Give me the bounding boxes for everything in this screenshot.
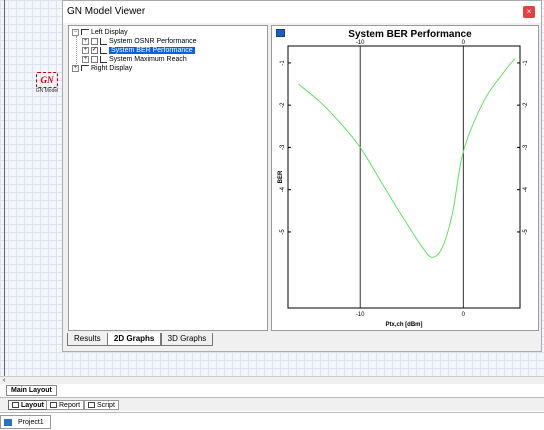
x-tick-label-bottom: -10 xyxy=(356,312,365,318)
graph-icon xyxy=(100,46,107,54)
layout-tabs: Main Layout xyxy=(6,385,57,397)
window-title: GN Model Viewer xyxy=(67,6,146,17)
display-icon xyxy=(81,65,89,72)
layout-view-button[interactable]: Layout xyxy=(8,400,48,410)
canvas-left-border xyxy=(4,0,5,376)
horizontal-scrollbar[interactable]: ‹ xyxy=(0,376,544,384)
display-tree: − Left Display + System OSNR Performance +… xyxy=(68,25,268,331)
left-display-label: Left Display xyxy=(91,29,128,36)
script-view-button[interactable]: Script xyxy=(84,400,119,410)
project-tab-label: Project1 xyxy=(18,419,44,426)
tree-item-label: System BER Performance xyxy=(109,47,195,54)
checkbox-max-reach[interactable] xyxy=(91,55,98,63)
close-button[interactable]: × xyxy=(523,6,535,18)
view-bar: Layout Report Script xyxy=(0,397,544,411)
expand-icon[interactable]: + xyxy=(82,37,89,45)
export-graph-icon[interactable] xyxy=(276,29,285,37)
scroll-left-icon[interactable]: ‹ xyxy=(3,377,5,384)
tab-main-layout[interactable]: Main Layout xyxy=(6,385,57,396)
tab-3d-graphs[interactable]: 3D Graphs xyxy=(160,333,214,346)
y-tick-label-right: -1 xyxy=(523,60,529,66)
layout-view-label: Layout xyxy=(21,402,44,409)
tab-2d-graphs[interactable]: 2D Graphs xyxy=(106,333,162,346)
y-tick-label-left: -4 xyxy=(280,186,286,192)
y-tick-label-right: -4 xyxy=(523,186,529,192)
tree-node-right-display[interactable]: + Right Display xyxy=(72,64,132,73)
tree-item-label: System OSNR Performance xyxy=(109,38,197,45)
y-tick-label-right: -5 xyxy=(523,229,529,235)
x-axis-label: Ptx,ch [dBm] xyxy=(385,322,422,328)
display-icon xyxy=(81,29,89,36)
y-tick-label-left: -2 xyxy=(280,102,286,108)
tree-node-left-display[interactable]: − Left Display xyxy=(72,28,128,37)
y-tick-label-left: -5 xyxy=(280,229,286,235)
tree-item-osnr[interactable]: + System OSNR Performance xyxy=(82,37,197,46)
report-view-button[interactable]: Report xyxy=(46,400,85,410)
gn-model-component[interactable]: GN GN Model xyxy=(30,72,64,102)
plot-frame xyxy=(287,45,521,309)
checkbox-osnr[interactable] xyxy=(91,37,98,45)
gn-model-icon: GN xyxy=(36,72,58,88)
script-view-label: Script xyxy=(97,402,115,409)
checkbox-ber[interactable]: ✓ xyxy=(91,46,98,54)
graph-icon xyxy=(100,55,107,63)
y-tick-label-right: -2 xyxy=(523,102,529,108)
tab-results[interactable]: Results xyxy=(67,333,108,346)
window-titlebar[interactable]: GN Model Viewer xyxy=(63,1,541,23)
collapse-icon[interactable]: − xyxy=(72,28,79,36)
gn-model-caption: GN Model xyxy=(35,88,59,94)
script-icon xyxy=(88,402,95,409)
chart-title: System BER Performance xyxy=(348,29,472,40)
report-view-label: Report xyxy=(59,402,81,409)
x-tick-label-top: 0 xyxy=(462,40,466,46)
ber-chart: System BER PerformancePtx,ch [dBm]BER-10… xyxy=(278,29,529,328)
gn-model-viewer-window: GN Model Viewer × − Left Display + System … xyxy=(62,0,542,352)
y-axis-label: BER xyxy=(278,170,284,183)
viewer-tabs: Results 2D Graphs 3D Graphs xyxy=(67,333,214,347)
report-icon xyxy=(50,402,57,409)
graph-pane: System BER Performance Ptx,ch [dBm] BER -10… xyxy=(271,25,539,331)
tree-item-max-reach[interactable]: + System Maximum Reach xyxy=(82,55,187,64)
right-display-label: Right Display xyxy=(91,65,133,72)
tree-item-ber[interactable]: + ✓ System BER Performance xyxy=(82,46,195,55)
y-tick-label-right: -3 xyxy=(523,144,529,150)
x-tick-label-bottom: 0 xyxy=(462,312,466,318)
graph-icon xyxy=(100,37,107,45)
y-tick-label-left: -3 xyxy=(280,144,286,150)
tree-item-label: System Maximum Reach xyxy=(109,56,187,63)
project-icon xyxy=(4,418,12,426)
project-bar: Project1 xyxy=(0,412,544,430)
expand-icon[interactable]: + xyxy=(72,64,79,72)
tab-project1[interactable]: Project1 xyxy=(0,415,51,429)
y-tick-label-left: -1 xyxy=(280,60,286,66)
expand-icon[interactable]: + xyxy=(82,46,89,54)
x-tick-label-top: -10 xyxy=(356,40,365,46)
ber-series-line xyxy=(297,58,516,258)
expand-icon[interactable]: + xyxy=(82,55,89,63)
layout-icon xyxy=(12,402,19,409)
